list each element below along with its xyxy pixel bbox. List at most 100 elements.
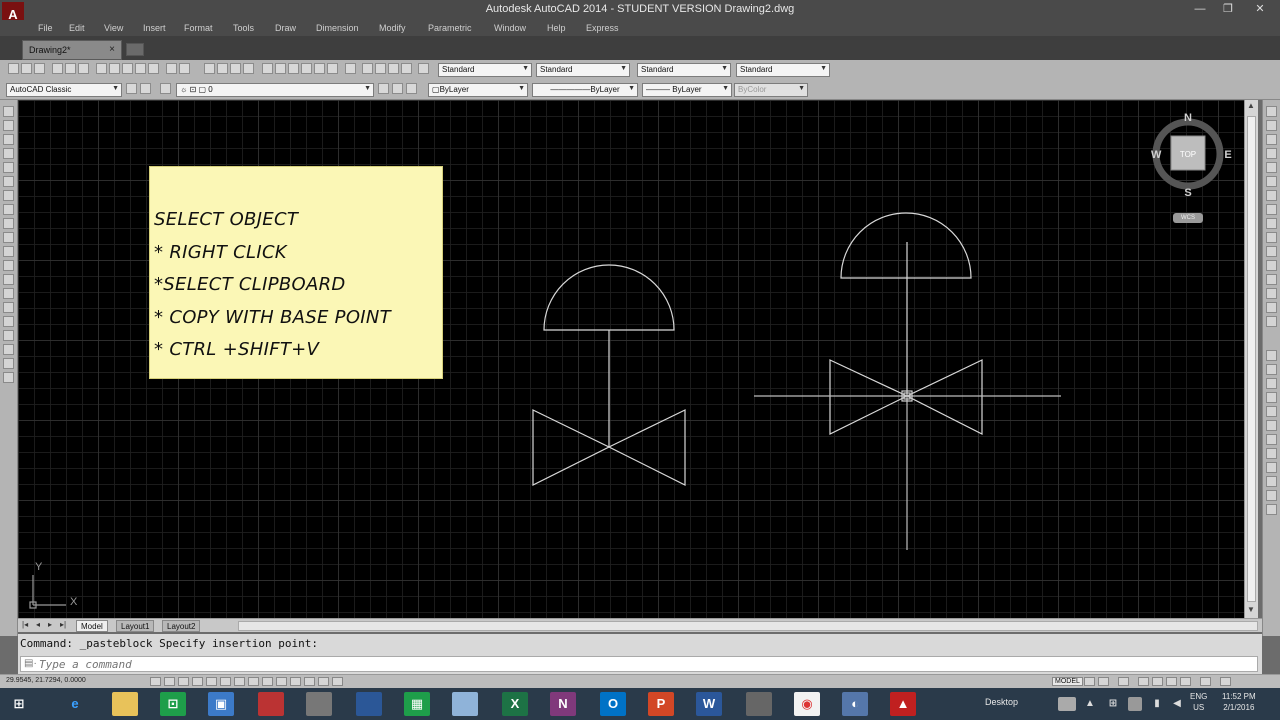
object-snap-icon[interactable] <box>220 677 231 686</box>
powerpoint-icon[interactable]: P <box>648 692 674 716</box>
zoom-window-icon[interactable] <box>230 63 241 74</box>
folder-icon[interactable] <box>452 692 478 716</box>
point-icon[interactable] <box>3 288 14 299</box>
markup-icon[interactable] <box>314 63 325 74</box>
make-block-icon[interactable] <box>3 274 14 285</box>
make-current-layer-icon[interactable] <box>378 83 389 94</box>
photos-icon[interactable] <box>356 692 382 716</box>
layer-properties-icon[interactable] <box>160 83 171 94</box>
next-tab-icon[interactable]: ▸ <box>48 620 52 629</box>
snap-nearest-icon[interactable] <box>1266 490 1277 501</box>
scroll-down-icon[interactable]: ▼ <box>1247 605 1255 614</box>
arc-icon[interactable] <box>3 176 14 187</box>
command-prompt-icon[interactable]: ▤· <box>24 658 37 669</box>
cut-icon[interactable] <box>96 63 107 74</box>
action-center-icon[interactable] <box>1128 697 1142 711</box>
system-clock[interactable]: 11:52 PM 2/1/2016 <box>1222 691 1256 713</box>
quick-view-layouts-icon[interactable] <box>1084 677 1095 686</box>
properties-icon[interactable] <box>262 63 273 74</box>
annotation-scale-icon[interactable] <box>1118 677 1129 686</box>
menu-draw[interactable]: Draw <box>275 23 296 33</box>
menu-format[interactable]: Format <box>184 23 213 33</box>
layer-match-icon[interactable] <box>418 63 429 74</box>
close-button[interactable]: ✕ <box>1246 0 1274 20</box>
offset-icon[interactable] <box>1266 148 1277 159</box>
block-editor-icon[interactable] <box>148 63 159 74</box>
network-icon[interactable]: ▮ <box>1150 697 1164 711</box>
menu-dimension[interactable]: Dimension <box>316 23 359 33</box>
snap-quadrant-icon[interactable] <box>1266 406 1277 417</box>
line-icon[interactable] <box>3 106 14 117</box>
polygon-icon[interactable] <box>3 148 14 159</box>
autocad-launcher-icon[interactable] <box>258 692 284 716</box>
workspace-settings-icon[interactable] <box>126 83 137 94</box>
show-hidden-icons[interactable]: ▲ <box>1084 697 1096 711</box>
scale-icon[interactable] <box>1266 204 1277 215</box>
construction-line-icon[interactable] <box>3 120 14 131</box>
layer-previous-icon[interactable] <box>406 83 417 94</box>
menu-tools[interactable]: Tools <box>233 23 254 33</box>
menu-parametric[interactable]: Parametric <box>428 23 472 33</box>
layer-unisolate-icon[interactable] <box>401 63 412 74</box>
menu-window[interactable]: Window <box>494 23 526 33</box>
help-icon[interactable] <box>345 63 356 74</box>
redo-icon[interactable] <box>179 63 190 74</box>
menu-edit[interactable]: Edit <box>69 23 85 33</box>
ellipse-icon[interactable] <box>3 232 14 243</box>
file-explorer-icon[interactable] <box>112 692 138 716</box>
pan-icon[interactable] <box>204 63 215 74</box>
extend-icon[interactable] <box>1266 246 1277 257</box>
match-properties-icon[interactable] <box>135 63 146 74</box>
paste-icon[interactable] <box>122 63 133 74</box>
quick-properties-icon[interactable] <box>318 677 329 686</box>
color-select[interactable]: ▢ByLayer ▼ <box>428 83 528 97</box>
coordinate-readout[interactable]: 29.9545, 21.7294, 0.0000 <box>6 677 86 684</box>
windows-start-icon[interactable]: ⊞ <box>6 692 32 716</box>
compass-south[interactable]: S <box>1184 187 1191 199</box>
layer-states-icon[interactable] <box>362 63 373 74</box>
snap-perpendicular-icon[interactable] <box>1266 434 1277 445</box>
volume-icon[interactable]: ◀ <box>1170 697 1184 711</box>
language-indicator[interactable]: ENG US <box>1190 691 1207 713</box>
clean-screen-icon[interactable] <box>1220 677 1231 686</box>
command-input-row[interactable]: ▤· <box>20 656 1258 672</box>
erase-icon[interactable] <box>1266 106 1277 117</box>
layer-isolate-icon[interactable] <box>388 63 399 74</box>
autocad-taskbar-icon[interactable]: ▲ <box>890 692 916 716</box>
desktop-toolbar-label[interactable]: Desktop <box>985 697 1018 707</box>
menu-express[interactable]: Express <box>586 23 619 33</box>
polyline-icon[interactable] <box>3 134 14 145</box>
customize-icon[interactable] <box>140 83 151 94</box>
new-icon[interactable] <box>8 63 19 74</box>
infer-constraints-icon[interactable] <box>150 677 161 686</box>
workspace-switching-icon[interactable] <box>1138 677 1149 686</box>
stretch-icon[interactable] <box>1266 218 1277 229</box>
menu-insert[interactable]: Insert <box>143 23 166 33</box>
snap-parallel-icon[interactable] <box>1266 448 1277 459</box>
mirror-icon[interactable] <box>1266 134 1277 145</box>
model-space-toggle[interactable]: MODEL <box>1052 677 1083 686</box>
settings-app-icon[interactable] <box>746 692 772 716</box>
last-tab-icon[interactable]: ▸| <box>60 620 66 629</box>
chamfer-icon[interactable] <box>1266 288 1277 299</box>
scroll-thumb[interactable] <box>1247 116 1256 602</box>
transparency-icon[interactable] <box>304 677 315 686</box>
open-icon[interactable] <box>21 63 32 74</box>
tab-layout1[interactable]: Layout1 <box>116 620 155 632</box>
vertical-scrollbar[interactable]: ▲ ▼ <box>1244 100 1258 618</box>
add-selected-icon[interactable] <box>3 372 14 383</box>
snap-mode-icon[interactable] <box>164 677 175 686</box>
gradient-icon[interactable] <box>3 316 14 327</box>
lineweight-select[interactable]: ——— ByLayer ▼ <box>642 83 732 97</box>
toolbar-lock-icon[interactable] <box>1152 677 1163 686</box>
join-icon[interactable] <box>1266 274 1277 285</box>
snap-endpoint-icon[interactable] <box>1266 350 1277 361</box>
plot-icon[interactable] <box>52 63 63 74</box>
menu-modify[interactable]: Modify <box>379 23 406 33</box>
dimension-style-select[interactable]: Standard ▼ <box>536 63 630 77</box>
chrome-icon[interactable]: ◉ <box>794 692 820 716</box>
close-tab-icon[interactable]: × <box>109 44 115 55</box>
keyboard-icon[interactable] <box>1058 697 1076 711</box>
restore-button[interactable]: ❐ <box>1214 0 1242 20</box>
internet-explorer-icon[interactable]: e <box>62 692 88 716</box>
